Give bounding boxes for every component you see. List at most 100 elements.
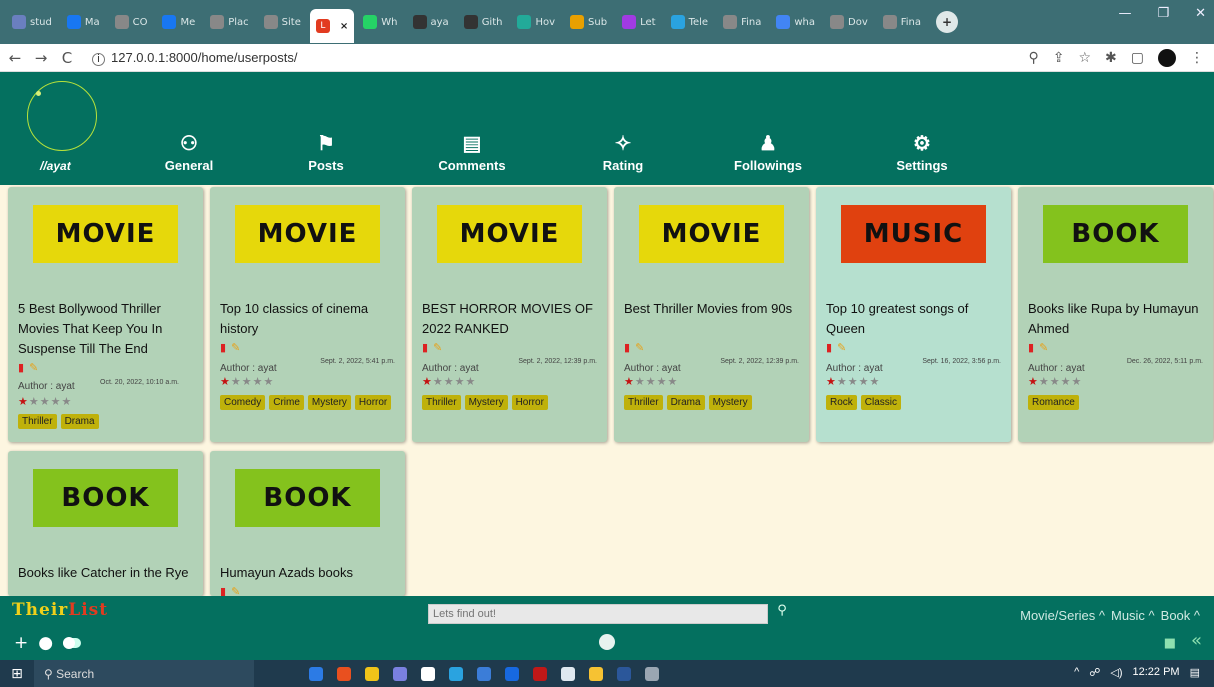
browser-tab[interactable]: stud	[6, 7, 58, 37]
star-icon[interactable]: ★	[40, 395, 51, 408]
browser-tab[interactable]: Hov	[511, 7, 561, 37]
search-input[interactable]	[428, 604, 768, 624]
star-icon[interactable]: ★	[624, 375, 635, 388]
tag-badge[interactable]: Horror	[511, 395, 548, 410]
star-icon[interactable]: ★	[242, 375, 253, 388]
tag-badge[interactable]: Mystery	[708, 395, 752, 410]
delete-icon[interactable]: ▮	[18, 361, 24, 374]
star-icon[interactable]: ★	[635, 375, 646, 388]
post-card[interactable]: MOVIE Top 10 classics of cinema history ▮ ✎…	[210, 187, 405, 442]
new-tab-button[interactable]: +	[936, 11, 959, 33]
profile-avatar[interactable]	[1158, 49, 1176, 67]
close-window-icon[interactable]: ✕	[1195, 6, 1206, 21]
back-icon[interactable]: ←	[4, 49, 26, 67]
volume-icon[interactable]: ◁)	[1110, 666, 1122, 679]
tag-badge[interactable]: Romance	[1028, 395, 1079, 410]
edit-icon[interactable]: ✎	[837, 341, 846, 354]
nav-rating[interactable]: ✧ Rating	[568, 132, 678, 173]
rating-stars[interactable]: ★★★★★	[220, 375, 274, 388]
edit-icon[interactable]: ✎	[231, 341, 240, 354]
post-title[interactable]: Humayun Azads books	[220, 563, 400, 583]
add-post-icon[interactable]: +	[14, 633, 28, 653]
tag-badge[interactable]: Drama	[60, 414, 99, 429]
tag-badge[interactable]: Drama	[666, 395, 705, 410]
taskbar-search[interactable]: ⚲ Search	[34, 660, 254, 687]
rating-stars[interactable]: ★★★★★	[826, 375, 880, 388]
post-thumbnail[interactable]: BOOK	[33, 469, 178, 527]
home-button[interactable]	[599, 634, 615, 650]
star-icon[interactable]: ★	[1050, 375, 1061, 388]
star-icon[interactable]: ★	[455, 375, 466, 388]
star-icon[interactable]: ★	[444, 375, 455, 388]
edit-icon[interactable]: ✎	[635, 341, 644, 354]
post-title[interactable]: Books like Catcher in the Rye	[18, 563, 198, 583]
star-icon[interactable]: ★	[657, 375, 668, 388]
star-icon[interactable]: ★	[231, 375, 242, 388]
browser-tab[interactable]: Fina	[877, 7, 927, 37]
theme-toggle[interactable]	[63, 637, 82, 649]
browser-tab[interactable]: Wh	[357, 7, 403, 37]
browser-tab[interactable]: Gith	[458, 7, 509, 37]
post-card[interactable]: BOOK Humayun Azads books ▮ ✎	[210, 451, 405, 596]
chrome-icon[interactable]	[337, 666, 351, 681]
post-title[interactable]: Top 10 greatest songs of Queen	[826, 299, 1006, 339]
reload-icon[interactable]: C	[56, 49, 78, 67]
active-browser-tab[interactable]: L ×	[309, 9, 355, 43]
category-link[interactable]: Music ^	[1111, 608, 1155, 623]
avatar[interactable]	[27, 81, 97, 151]
search-button[interactable]: ⚲	[768, 600, 796, 624]
edit-icon[interactable]: ✎	[231, 585, 240, 596]
post-card[interactable]: MUSIC Top 10 greatest songs of Queen ▮ ✎ Aut…	[816, 187, 1011, 442]
minimize-icon[interactable]: —	[1118, 6, 1131, 21]
vscode-icon[interactable]	[309, 666, 323, 681]
star-icon[interactable]: ★	[837, 375, 848, 388]
star-icon[interactable]: ★	[422, 375, 433, 388]
star-icon[interactable]: ★	[433, 375, 444, 388]
sticky-notes-icon[interactable]	[589, 666, 603, 681]
word-icon[interactable]	[617, 666, 631, 681]
star-icon[interactable]: ★	[1028, 375, 1039, 388]
browser-tab[interactable]: Tele	[665, 7, 715, 37]
star-icon[interactable]: ★	[646, 375, 657, 388]
github-desktop-icon[interactable]	[421, 666, 435, 681]
illustrator-icon[interactable]	[533, 666, 547, 681]
edit-icon[interactable]: ✎	[433, 341, 442, 354]
app-icon[interactable]	[477, 666, 491, 681]
post-card[interactable]: MOVIE Best Thriller Movies from 90s ▮ ✎ Auth…	[614, 187, 809, 442]
network-icon[interactable]: ☍	[1089, 666, 1100, 679]
forward-icon[interactable]: →	[30, 49, 52, 67]
close-tab-icon[interactable]: ×	[340, 21, 348, 32]
tag-badge[interactable]: Classic	[860, 395, 902, 410]
star-icon[interactable]: ★	[848, 375, 859, 388]
star-icon[interactable]: ★	[29, 395, 40, 408]
app-icon[interactable]	[393, 666, 407, 681]
windows-start-icon[interactable]: ⊞	[0, 666, 34, 682]
nav-settings[interactable]: ⚙ Settings	[867, 132, 977, 173]
delete-icon[interactable]: ▮	[220, 341, 226, 354]
collapse-icon[interactable]: «	[1191, 630, 1202, 651]
category-link[interactable]: Book ^	[1161, 608, 1200, 623]
browser-tab[interactable]: Fina	[717, 7, 767, 37]
edit-icon[interactable]: ✎	[29, 361, 38, 374]
menu-icon[interactable]: ⋮	[1190, 50, 1204, 66]
star-icon[interactable]: ★	[18, 395, 29, 408]
post-card[interactable]: BOOKBooks like Catcher in the Rye▮✎	[8, 451, 203, 596]
star-icon[interactable]: ★	[220, 375, 231, 388]
telegram-icon[interactable]	[449, 666, 463, 681]
post-thumbnail[interactable]: MOVIE	[437, 205, 582, 263]
tag-badge[interactable]: Mystery	[464, 395, 508, 410]
post-thumbnail[interactable]: MUSIC	[841, 205, 986, 263]
browser-tab[interactable]: Me	[156, 7, 201, 37]
site-logo[interactable]: TheirList	[12, 600, 108, 620]
username[interactable]: //ayat	[40, 159, 71, 173]
post-title[interactable]: Best Thriller Movies from 90s	[624, 299, 804, 319]
notepad-icon[interactable]	[561, 666, 575, 681]
tag-badge[interactable]: Thriller	[624, 395, 663, 410]
app-icon[interactable]	[645, 666, 659, 681]
post-title[interactable]: Books like Rupa by Humayun Ahmed	[1028, 299, 1208, 339]
browser-tab[interactable]: Let	[616, 7, 661, 37]
star-icon[interactable]: ★	[51, 395, 62, 408]
delete-icon[interactable]: ▮	[826, 341, 832, 354]
share-icon[interactable]: ⇪	[1053, 50, 1065, 66]
user-icon[interactable]: ●	[38, 633, 53, 653]
